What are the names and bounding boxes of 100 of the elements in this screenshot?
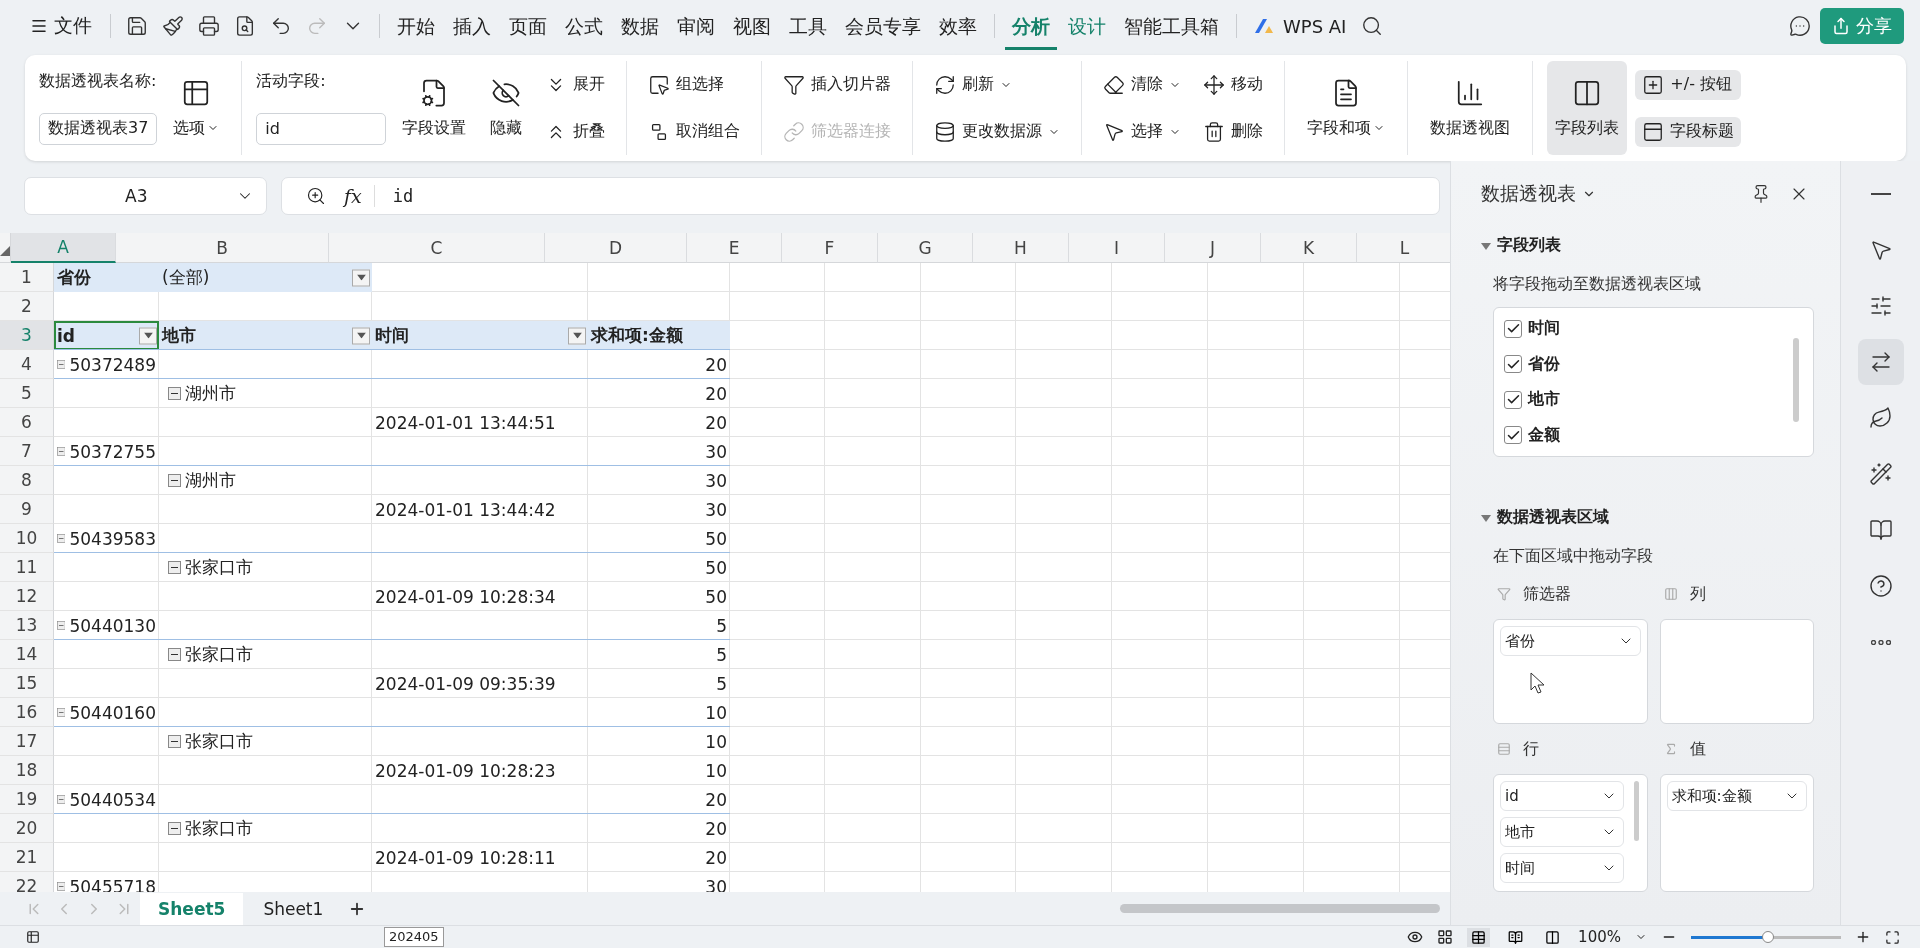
ribbon-button[interactable]: 字段设置 [394,61,475,155]
row-number: 3 [0,321,54,350]
ribbon-button[interactable]: +/- 按钮 [1635,69,1742,100]
checkbox[interactable] [1504,319,1522,338]
column-header: id [57,325,75,346]
section-header[interactable]: 字段列表 [1481,235,1561,256]
column-header[interactable]: D [545,233,687,263]
ribbon-button[interactable]: 选项 [165,61,228,155]
column-header[interactable]: K [1261,233,1357,263]
field-item[interactable]: 省份 [1504,349,1803,379]
column-header[interactable]: J [1165,233,1261,263]
ribbon-button[interactable]: 隐藏 [482,61,531,155]
name-box[interactable]: A3 [24,177,267,215]
table-cell: 2024-01-09 10:28:11 [375,847,556,868]
collapse-icon[interactable] [168,648,181,661]
collapse-icon[interactable] [168,822,181,835]
column-header[interactable]: F [782,233,878,263]
columns-icon [1663,587,1678,601]
column-header[interactable]: G [878,233,973,263]
zoom-in-icon[interactable] [1855,929,1871,945]
menu-tab[interactable]: 公式 [558,5,610,50]
menu-tab[interactable]: 工具 [782,5,834,50]
menu-tab[interactable]: 审阅 [670,5,722,50]
collapse-icon[interactable] [168,735,181,748]
ribbon-button[interactable]: 更改数据源 [927,116,1068,147]
fullscreen-icon[interactable] [1885,929,1900,945]
ribbon-button[interactable]: 移动 [1196,69,1271,100]
share-button[interactable]: 分享 [1820,8,1904,44]
table-cell: 省份 [57,266,91,289]
ribbon-button[interactable]: 折叠 [538,116,613,147]
ribbon-button[interactable]: 字段标题 [1635,116,1742,147]
field-chip[interactable]: 求和项:金额 [1666,781,1807,811]
row-number: 9 [0,495,54,524]
collapse-icon[interactable] [168,387,181,400]
field-item[interactable]: 地市 [1504,385,1803,415]
dropdown-button[interactable] [352,269,370,286]
column-header[interactable]: A [11,233,116,263]
text-field[interactable]: 数据透视表37 [39,112,158,145]
ribbon-button[interactable]: 字段和项 [1299,61,1394,155]
eye-icon [1407,929,1424,945]
column-header[interactable]: H [973,233,1069,263]
ribbon-button[interactable]: 字段列表 [1547,61,1628,155]
column-header[interactable]: B [116,233,329,263]
collapse-icon[interactable] [168,474,181,487]
field-chip[interactable]: 时间 [1500,853,1624,883]
collapse-icon[interactable] [168,561,181,574]
normal-view-button[interactable] [1467,927,1491,947]
ai-button[interactable]: WPS AI [1247,9,1353,43]
field-chip[interactable]: id [1500,781,1624,811]
column-header[interactable]: I [1069,233,1165,263]
dropdown-button[interactable] [352,327,370,344]
dropdown-button[interactable] [139,327,157,344]
sheet-tab[interactable]: Sheet5 [140,892,244,925]
triangle-icon [572,332,582,339]
checkbox[interactable] [1504,390,1522,409]
column-header[interactable]: C [329,233,545,263]
ribbon-button[interactable]: 刷新 [927,69,1068,100]
menu-tab[interactable]: 智能工具箱 [1117,5,1226,50]
field-item[interactable]: 金额 [1504,420,1803,450]
swap-button[interactable] [1857,339,1904,385]
menu-tab[interactable]: 数据 [614,5,666,50]
menu-tab[interactable]: 开始 [390,5,442,50]
menu-tab[interactable]: 分析 [1005,5,1057,50]
menu-tab[interactable]: 设计 [1061,5,1113,50]
menu-tab[interactable]: 会员专享 [838,5,928,50]
row-number: 21 [0,843,54,872]
formula-field[interactable]: fx id [281,177,1440,215]
ribbon-button[interactable]: 删除 [1196,116,1271,147]
checkbox[interactable] [1504,426,1522,445]
ribbon-button[interactable]: 取消组合 [641,116,748,147]
field-chip[interactable]: 地市 [1500,817,1624,847]
column-header[interactable]: E [687,233,782,263]
ribbon-button[interactable]: 展开 [538,69,613,100]
scrollbar[interactable] [1633,781,1639,841]
dropdown-button[interactable] [568,327,586,344]
section-header[interactable]: 数据透视表区域 [1481,507,1609,528]
ribbon-button[interactable]: 组选择 [641,69,748,100]
menu-tab[interactable]: 效率 [932,5,984,50]
field-chip[interactable]: 省份 [1500,626,1641,656]
ribbon-button[interactable]: 选择 [1096,116,1189,147]
table-cell: 20 [705,847,727,868]
slider-thumb[interactable] [1761,930,1774,943]
sheet-tab[interactable]: Sheet1 [245,892,342,925]
select-all-icon[interactable] [0,246,10,256]
table-cell: 50439583 [69,528,156,549]
text-field[interactable]: id [256,112,387,145]
menu-tab[interactable]: 页面 [502,5,554,50]
checkbox[interactable] [1504,355,1522,374]
table-cell: 张家口市 [185,817,253,840]
ribbon-button[interactable]: 数据透视图 [1422,61,1519,155]
column-header[interactable]: L [1357,233,1450,263]
file-menu[interactable]: 文件 [22,7,100,45]
ribbon-button[interactable]: 清除 [1096,69,1189,100]
menu-tab[interactable]: 视图 [726,5,778,50]
scrollbar[interactable] [1120,904,1440,913]
panel-title[interactable]: 数据透视表 [1481,181,1596,207]
field-item[interactable]: 时间 [1504,314,1803,344]
ribbon-button[interactable]: 插入切片器 [776,69,899,100]
scrollbar[interactable] [1793,338,1799,422]
menu-tab[interactable]: 插入 [446,5,498,50]
